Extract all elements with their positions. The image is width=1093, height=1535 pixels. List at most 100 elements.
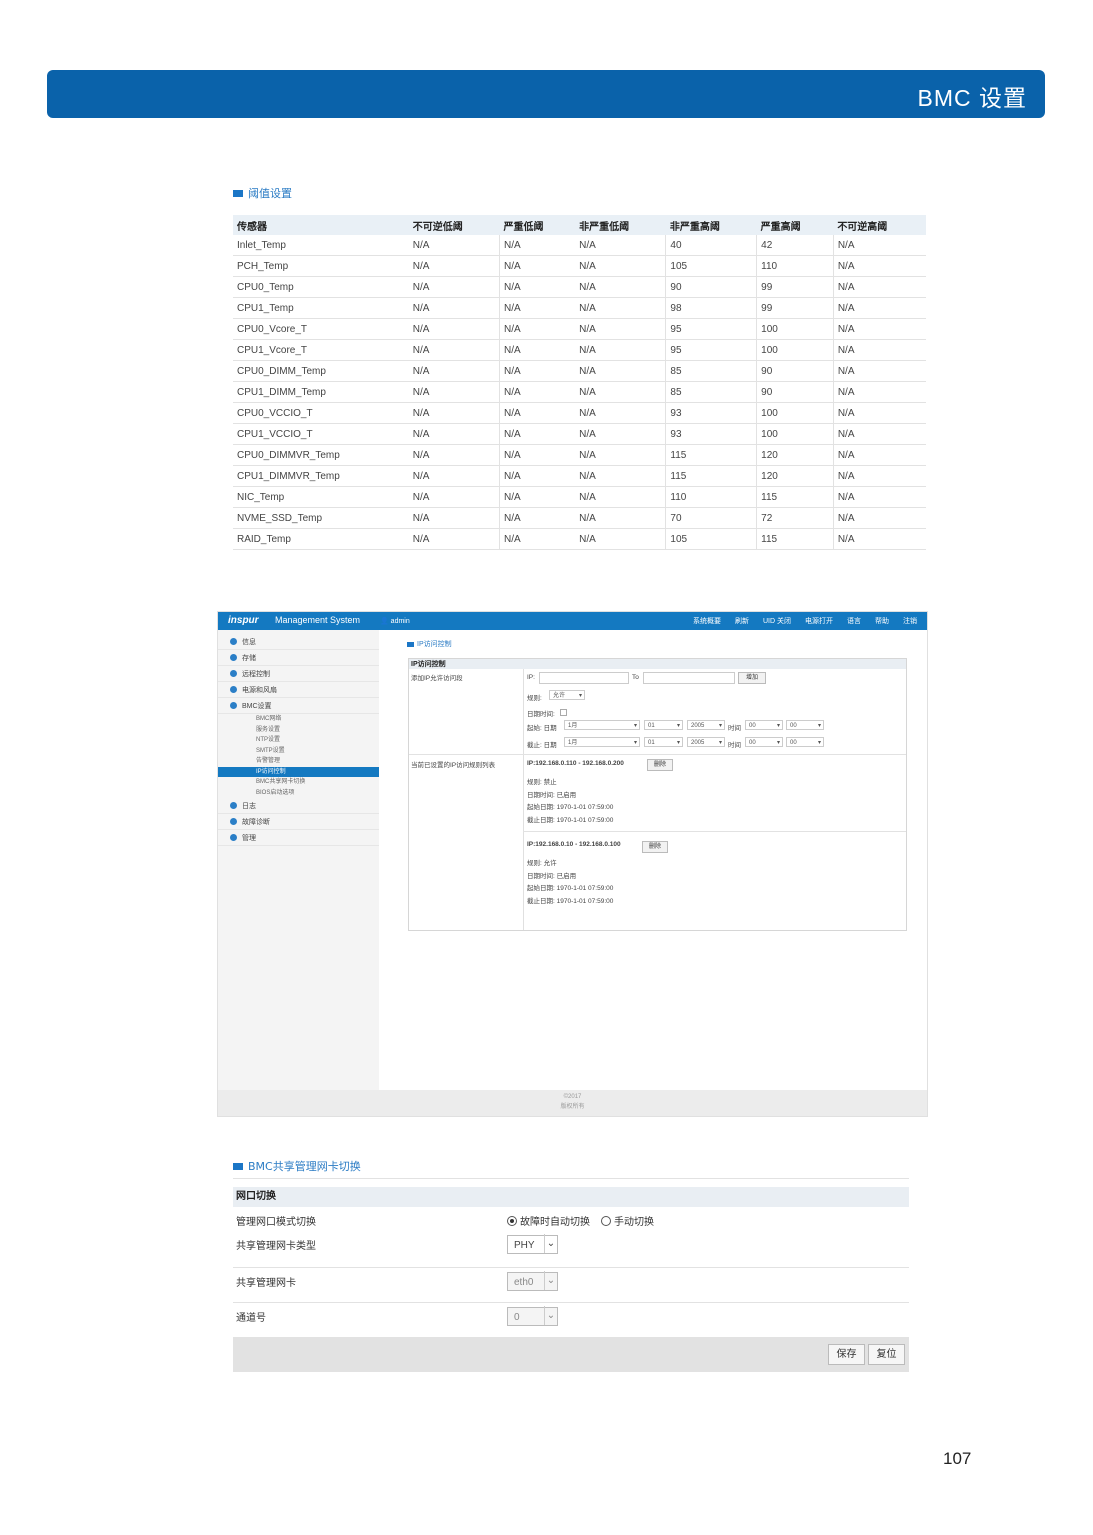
table-cell: N/A [408,276,500,298]
table-cell: 115 [756,528,834,550]
ip-end-input[interactable] [643,672,735,684]
start-year-select[interactable]: 2005 [687,720,725,731]
table-cell: CPU0_DIMMVR_Temp [233,444,409,466]
sidebar-item[interactable]: 管理 [218,830,379,846]
table-row: CPU1_DIMM_Temp N/A N/A N/A 85 90 N/A [233,381,926,403]
rule-select[interactable]: 允许 [549,690,585,701]
main-panel: IP访问控制 IP访问控制 添加IP允许访问段 IP: To 增加 规则: 允许… [379,630,927,1090]
table-cell: N/A [832,465,926,487]
menu-icon [230,670,237,677]
sidebar-subitem[interactable]: 服务设置 [218,725,379,736]
table-cell: N/A [832,381,926,403]
table-cell: 115 [756,486,834,508]
table-cell: 100 [756,423,834,445]
sidebar-item[interactable]: 日志 [218,798,379,814]
radio-unselected-icon [601,1215,611,1226]
table-cell: N/A [832,255,926,277]
nic-type-select[interactable]: PHY [507,1234,558,1254]
rule-end: 截止日期: 1970-1-01 07:59:00 [527,817,614,824]
mode-label: 管理网口模式切换 [236,1217,316,1228]
sidebar-item[interactable]: 存储 [218,650,379,666]
threshold-table-header: 传感器 不可逆低阈 严重低阈 非严重低阈 非严重高阈 严重高阈 不可逆高阈 [233,215,926,235]
sidebar-subitem[interactable]: BIOS启动选项 [218,788,379,799]
start-month-select[interactable]: 1月 [564,720,640,731]
sidebar-item[interactable]: 电源和风扇 [218,682,379,698]
nic-select[interactable]: eth0 [507,1271,558,1291]
sidebar-subitem[interactable]: BMC网络 [218,714,379,725]
table-cell: N/A [408,444,500,466]
end-day-select[interactable]: 01 [644,737,683,748]
sidebar-subitem[interactable]: IP访问控制 [218,766,379,777]
nav-item[interactable]: 语言 [847,616,861,626]
section-square-icon [407,641,414,647]
sidebar-subitem[interactable]: 告警管理 [218,756,379,767]
table-cell: N/A [832,339,926,361]
sidebar-item-label: 信息 [242,638,256,646]
table-row: CPU0_DIMMVR_Temp N/A N/A N/A 115 120 N/A [233,444,926,466]
save-button[interactable]: 保存 [828,1344,865,1365]
table-row: Inlet_Temp N/A N/A N/A 40 42 N/A [233,235,926,256]
ip-box-left-column [409,669,524,930]
table-row: NVME_SSD_Temp N/A N/A N/A 70 72 N/A [233,507,926,529]
top-bar: inspur Management System 👤 admin 系统概要 刷新 U… [218,612,927,630]
add-button[interactable]: 增加 [738,672,766,684]
start-day-select[interactable]: 01 [644,720,683,731]
sidebar-item[interactable]: 信息 [218,634,379,650]
table-cell: 100 [756,402,834,424]
start-minute-select[interactable]: 00 [786,720,824,731]
sidebar-subitem[interactable]: SMTP设置 [218,746,379,757]
reset-button[interactable]: 复位 [868,1344,905,1365]
system-name: Management System [275,615,361,625]
rule-range: IP:192.168.0.110 - 192.168.0.200 [527,760,624,767]
table-cell: N/A [832,297,926,319]
table-cell: N/A [408,360,500,382]
nav-item[interactable]: 系统概要 [693,616,721,626]
datetime-checkbox[interactable] [560,709,567,716]
table-cell: N/A [832,444,926,466]
table-cell: N/A [832,276,926,298]
table-cell: N/A [408,528,500,550]
nav-item[interactable]: 刷新 [735,616,749,626]
table-cell: CPU1_Temp [233,297,409,319]
nav-item[interactable]: 注销 [903,616,917,626]
table-cell: N/A [499,276,576,298]
nav-item[interactable]: 帮助 [875,616,889,626]
sidebar-subitem[interactable]: NTP设置 [218,735,379,746]
sidebar-item[interactable]: BMC设置 [218,698,379,714]
ip-start-input[interactable] [539,672,629,684]
page-header-banner: BMC 设置 [47,70,1045,118]
table-cell: N/A [832,402,926,424]
table-cell: 40 [665,235,757,256]
sidebar-item-label: 日志 [242,802,256,810]
delete-rule-button[interactable]: 删除 [647,759,673,771]
footer-year: ©2017 [563,1094,582,1100]
table-cell: 70 [665,507,757,529]
start-hour-select[interactable]: 00 [745,720,783,731]
end-year-select[interactable]: 2005 [687,737,725,748]
mode-auto-radio[interactable]: 故障时自动切换 [507,1213,590,1228]
sidebar-item-label: 存储 [242,654,256,662]
nic-section-title: BMC共享管理网卡切换 [248,1160,361,1173]
section-square-icon [233,1162,243,1170]
sidebar-item[interactable]: 故障诊断 [218,814,379,830]
channel-select[interactable]: 0 [507,1306,558,1326]
table-cell: N/A [408,381,500,403]
table-cell: N/A [408,486,500,508]
mode-manual-radio[interactable]: 手动切换 [601,1213,654,1228]
nav-item[interactable]: UID 关闭 [763,616,791,626]
sidebar-item[interactable]: 远程控制 [218,666,379,682]
table-cell: N/A [832,486,926,508]
table-cell: N/A [575,360,666,382]
column-header: 非严重高阈 [665,215,757,235]
table-cell: N/A [832,318,926,340]
sidebar-subitem[interactable]: BMC共享网卡切换 [218,777,379,788]
sidebar-item-label: 管理 [242,834,256,842]
divider [409,754,906,755]
delete-rule-button[interactable]: 删除 [642,841,668,853]
menu-icon [230,802,237,809]
end-hour-select[interactable]: 00 [745,737,783,748]
nav-item[interactable]: 电源打开 [805,616,833,626]
end-minute-select[interactable]: 00 [786,737,824,748]
table-cell: N/A [408,423,500,445]
end-month-select[interactable]: 1月 [564,737,640,748]
